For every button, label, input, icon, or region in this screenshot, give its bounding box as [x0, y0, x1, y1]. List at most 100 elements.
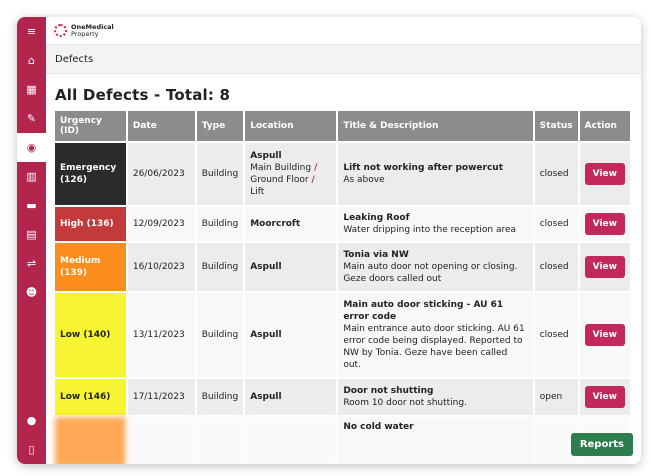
- urgency-cell: High (136): [55, 207, 126, 241]
- col-date[interactable]: Date: [127, 111, 195, 141]
- col-urgency[interactable]: Urgency (ID): [55, 111, 126, 141]
- content: All Defects - Total: 8 Urgency (ID) Date…: [46, 74, 641, 464]
- logo[interactable]: OneMedical Property: [71, 23, 114, 38]
- location-sub: Lift: [250, 187, 265, 197]
- type-cell: Building: [196, 207, 244, 241]
- app-window: ≡ ⌂ ▦ ✎ ◉ ▥ ▬ ▤ ⇌ ☻ ● ▯ OneMedical Prope…: [17, 17, 641, 464]
- location-main: Aspull: [250, 392, 282, 402]
- location-main: Aspull: [250, 330, 282, 340]
- location-cell: Aspull: [245, 243, 337, 291]
- status-cell: closed: [534, 293, 578, 377]
- defects-table: Urgency (ID) Date Type Location Title & …: [53, 109, 632, 464]
- table-row: No cold water: [55, 417, 630, 464]
- location-cell: Moorcroft: [245, 207, 337, 241]
- type-cell: Building: [196, 293, 244, 377]
- title-cell: No cold water: [338, 417, 533, 464]
- breadcrumb: Defects: [46, 45, 641, 74]
- user-icon[interactable]: ●: [17, 406, 46, 435]
- location-main: Aspull: [250, 151, 282, 161]
- defect-title: Door not shutting: [343, 386, 434, 396]
- location-cell: Aspull: [245, 293, 337, 377]
- location-main: Moorcroft: [250, 219, 301, 229]
- date-cell: 26/06/2023: [127, 143, 195, 205]
- reports-button[interactable]: Reports: [570, 433, 633, 456]
- view-button[interactable]: View: [584, 213, 625, 235]
- type-cell: Building: [196, 379, 244, 415]
- location-separator: /: [311, 175, 315, 185]
- defect-title: Tonia via NW: [343, 250, 409, 260]
- location-separator: /: [313, 163, 318, 173]
- defect-description: Room 10 door not shutting.: [343, 398, 467, 408]
- action-cell: View: [579, 243, 630, 291]
- urgency-cell: Emergency (126): [55, 143, 126, 205]
- urgency-cell: [55, 417, 126, 464]
- date-cell: 13/11/2023: [127, 293, 195, 377]
- defect-title: No cold water: [343, 422, 414, 432]
- title-cell: Lift not working after powercut As above: [338, 143, 533, 205]
- users-icon[interactable]: ☻: [17, 278, 46, 307]
- status-cell: closed: [534, 143, 578, 205]
- home-icon[interactable]: ⌂: [17, 46, 46, 75]
- note-icon[interactable]: ▬: [17, 191, 46, 220]
- urgency-cell: Low (146): [55, 379, 126, 415]
- urgency-cell: Medium (139): [55, 243, 126, 291]
- logo-icon: [54, 24, 67, 37]
- defect-title: Leaking Roof: [343, 213, 410, 223]
- table-row: Medium (139) 16/10/2023 Building Aspull …: [55, 243, 630, 291]
- defect-description: Water dripping into the reception area: [343, 225, 517, 235]
- door-icon[interactable]: ▯: [17, 435, 46, 464]
- status-cell: open: [534, 379, 578, 415]
- date-cell: 12/09/2023: [127, 207, 195, 241]
- defect-description: [343, 433, 527, 445]
- location-sub: Ground Floor: [250, 175, 309, 185]
- col-location[interactable]: Location: [245, 111, 337, 141]
- menu-icon[interactable]: ≡: [17, 17, 46, 46]
- table-row: Low (146) 17/11/2023 Building Aspull Doo…: [55, 379, 630, 415]
- handshake-icon[interactable]: ⇌: [17, 249, 46, 278]
- action-cell: View: [579, 143, 630, 205]
- table-row: Emergency (126) 26/06/2023 Building Aspu…: [55, 143, 630, 205]
- col-status[interactable]: Status: [534, 111, 578, 141]
- building-icon[interactable]: ▦: [17, 75, 46, 104]
- sidebar: ≡ ⌂ ▦ ✎ ◉ ▥ ▬ ▤ ⇌ ☻ ● ▯: [17, 17, 46, 464]
- defect-description: Main auto door not opening or closing. G…: [343, 262, 518, 284]
- document-icon[interactable]: ▤: [17, 220, 46, 249]
- logo-line2: Property: [71, 29, 99, 38]
- col-action: Action: [579, 111, 630, 141]
- col-title[interactable]: Title & Description: [338, 111, 533, 141]
- defect-title: Lift not working after powercut: [343, 163, 504, 173]
- col-type[interactable]: Type: [196, 111, 244, 141]
- view-button[interactable]: View: [584, 163, 625, 185]
- view-button[interactable]: View: [584, 256, 625, 278]
- table-row: Low (140) 13/11/2023 Building Aspull Mai…: [55, 293, 630, 377]
- defect-description: Main entrance auto door sticking. AU 61 …: [343, 324, 525, 370]
- location-cell: Aspull: [245, 379, 337, 415]
- location-cell: Aspull Main Building / Ground Floor / Li…: [245, 143, 337, 205]
- type-cell: Building: [196, 243, 244, 291]
- action-cell: View: [579, 293, 630, 377]
- title-cell: Main auto door sticking - AU 61 error co…: [338, 293, 533, 377]
- title-cell: Door not shutting Room 10 door not shutt…: [338, 379, 533, 415]
- action-cell: View: [579, 207, 630, 241]
- table-header-row: Urgency (ID) Date Type Location Title & …: [55, 111, 630, 141]
- main-area: OneMedical Property Defects All Defects …: [46, 17, 641, 464]
- buildings-icon[interactable]: ▥: [17, 162, 46, 191]
- date-cell: [127, 417, 195, 464]
- defect-title: Main auto door sticking - AU 61 error co…: [343, 300, 504, 322]
- urgency-cell: Low (140): [55, 293, 126, 377]
- location-cell: [245, 417, 337, 464]
- table-row: High (136) 12/09/2023 Building Moorcroft…: [55, 207, 630, 241]
- status-cell: closed: [534, 243, 578, 291]
- action-cell: View: [579, 379, 630, 415]
- title-cell: Leaking Roof Water dripping into the rec…: [338, 207, 533, 241]
- view-button[interactable]: View: [584, 324, 625, 346]
- pencil-icon[interactable]: ✎: [17, 104, 46, 133]
- date-cell: 16/10/2023: [127, 243, 195, 291]
- eye-icon[interactable]: ◉: [17, 133, 46, 162]
- status-cell: closed: [534, 207, 578, 241]
- view-button[interactable]: View: [584, 386, 625, 408]
- location-main: Aspull: [250, 262, 282, 272]
- top-bar: OneMedical Property: [46, 17, 641, 45]
- title-cell: Tonia via NW Main auto door not opening …: [338, 243, 533, 291]
- date-cell: 17/11/2023: [127, 379, 195, 415]
